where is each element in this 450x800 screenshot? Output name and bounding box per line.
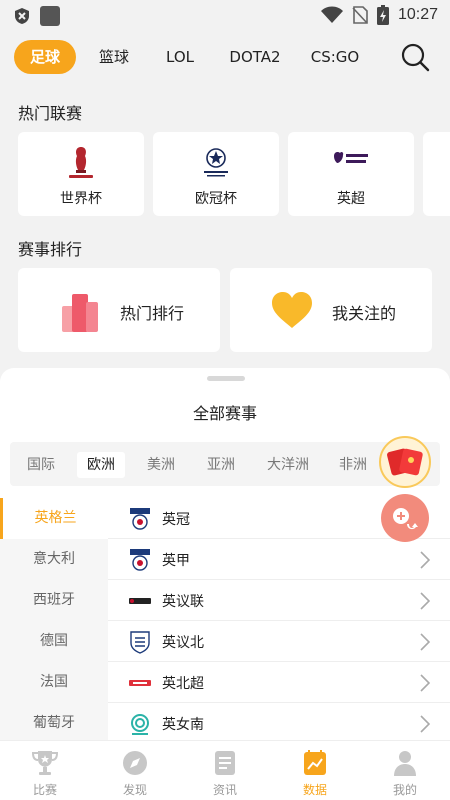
nav-label: 我的 xyxy=(392,783,417,797)
region-tab-oceania[interactable]: 大洋洲 xyxy=(262,452,314,478)
nav-label: 发现 xyxy=(122,783,147,797)
my-follows-label: 我关注的 xyxy=(332,304,397,323)
league-name: 世界杯 xyxy=(60,191,102,207)
trophy-icon xyxy=(31,751,59,775)
chevron-right-icon xyxy=(420,551,430,569)
champions-league-logo xyxy=(196,144,236,180)
chevron-right-icon xyxy=(420,674,430,692)
my-follows-card[interactable]: 我关注的 xyxy=(230,268,432,352)
search-icon[interactable] xyxy=(398,40,432,74)
compass-icon xyxy=(123,751,147,775)
tab-csgo[interactable]: CS:GO xyxy=(302,40,368,74)
battery-charging-icon xyxy=(376,5,389,25)
region-tab-africa[interactable]: 非洲 xyxy=(332,452,374,478)
league-row[interactable]: 英北超 xyxy=(108,662,450,703)
womens-league-logo xyxy=(131,714,149,735)
region-tab-americas[interactable]: 美洲 xyxy=(140,452,182,478)
league-card-partial[interactable] xyxy=(423,132,450,216)
region-tab-international[interactable]: 国际 xyxy=(20,452,62,478)
league-row-name: 英北超 xyxy=(162,676,204,692)
chevron-right-icon xyxy=(420,715,430,733)
hot-ranking-label: 热门排行 xyxy=(120,304,185,323)
nav-item-discover[interactable]: 发现 xyxy=(90,741,180,800)
all-events-sheet: 全部赛事 国际 欧洲 美洲 亚洲 大洋洲 非洲 英格兰 意大利 西班牙 德国 法… xyxy=(0,368,450,740)
wifi-icon xyxy=(320,6,343,23)
premier-league-logo xyxy=(331,144,371,180)
bottom-nav: 比赛 发现 资讯 数据 我的 xyxy=(0,740,450,800)
sports-tabs: 足球 篮球 LOL DOTA2 CS:GO xyxy=(0,40,450,76)
red-envelope-icon xyxy=(387,448,423,476)
status-time: 10:27 xyxy=(397,6,438,23)
status-bar: 10:27 xyxy=(0,0,450,30)
nav-item-profile[interactable]: 我的 xyxy=(360,741,450,800)
country-item-france[interactable]: 法国 xyxy=(0,662,108,703)
region-tabs: 国际 欧洲 美洲 亚洲 大洋洲 非洲 xyxy=(10,442,440,486)
exchange-button[interactable] xyxy=(381,494,429,542)
red-envelope-button[interactable] xyxy=(379,436,431,488)
league-row[interactable]: 英议北 xyxy=(108,621,450,662)
national-league-logo xyxy=(129,598,151,604)
app-status-icon xyxy=(40,6,60,26)
country-item-italy[interactable]: 意大利 xyxy=(0,539,108,580)
shield-status-icon xyxy=(15,8,29,24)
nav-item-news[interactable]: 资讯 xyxy=(180,741,270,800)
league-card-champions-league[interactable]: 欧冠杯 xyxy=(153,132,279,216)
league-name: 英超 xyxy=(337,191,365,207)
profile-icon xyxy=(394,751,416,776)
league-card-world-cup[interactable]: 世界杯 xyxy=(18,132,144,216)
tab-dota2[interactable]: DOTA2 xyxy=(222,40,288,74)
bar-chart-icon xyxy=(62,294,98,332)
world-cup-logo xyxy=(61,144,101,180)
country-item-spain[interactable]: 西班牙 xyxy=(0,580,108,621)
league-row-name: 英议北 xyxy=(162,635,204,651)
hot-leagues-title: 热门联赛 xyxy=(18,104,83,123)
league-row-name: 英议联 xyxy=(162,594,204,610)
region-tab-europe[interactable]: 欧洲 xyxy=(77,452,125,478)
nav-label: 比赛 xyxy=(32,783,57,797)
league-row[interactable]: 英甲 xyxy=(108,539,450,580)
country-list: 英格兰 意大利 西班牙 德国 法国 葡萄牙 xyxy=(0,498,108,740)
region-tab-asia[interactable]: 亚洲 xyxy=(200,452,242,478)
efl-logo xyxy=(130,549,150,571)
sheet-title: 全部赛事 xyxy=(192,404,257,423)
chevron-right-icon xyxy=(420,592,430,610)
league-card-premier-league[interactable]: 英超 xyxy=(288,132,414,216)
tab-basketball[interactable]: 篮球 xyxy=(88,40,140,74)
league-row[interactable]: 英议联 xyxy=(108,580,450,621)
league-name: 欧冠杯 xyxy=(195,191,237,207)
chevron-right-icon xyxy=(420,633,430,651)
nav-item-data[interactable]: 数据 xyxy=(270,741,360,800)
league-row-name: 英女南 xyxy=(162,717,204,733)
country-item-germany[interactable]: 德国 xyxy=(0,621,108,662)
league-row-name: 英甲 xyxy=(162,553,190,569)
tab-football[interactable]: 足球 xyxy=(14,40,76,74)
news-icon xyxy=(215,751,235,775)
fa-logo xyxy=(130,631,150,654)
league-row[interactable]: 英女南 xyxy=(108,703,450,740)
exchange-icon xyxy=(393,508,418,530)
league-row-name: 英冠 xyxy=(162,512,190,528)
no-sim-icon xyxy=(352,6,368,24)
northern-premier-logo xyxy=(129,680,151,686)
hot-ranking-card[interactable]: 热门排行 xyxy=(18,268,220,352)
data-chart-icon xyxy=(304,750,326,775)
heart-icon xyxy=(272,292,312,328)
tab-lol[interactable]: LOL xyxy=(152,40,208,74)
sheet-drag-handle[interactable] xyxy=(207,376,245,381)
country-item-portugal[interactable]: 葡萄牙 xyxy=(0,703,108,744)
nav-item-matches[interactable]: 比赛 xyxy=(0,741,90,800)
nav-label: 数据 xyxy=(302,783,327,797)
country-item-england[interactable]: 英格兰 xyxy=(0,498,108,539)
rankings-title: 赛事排行 xyxy=(18,240,83,259)
nav-label: 资讯 xyxy=(212,783,237,797)
efl-logo xyxy=(130,508,150,530)
